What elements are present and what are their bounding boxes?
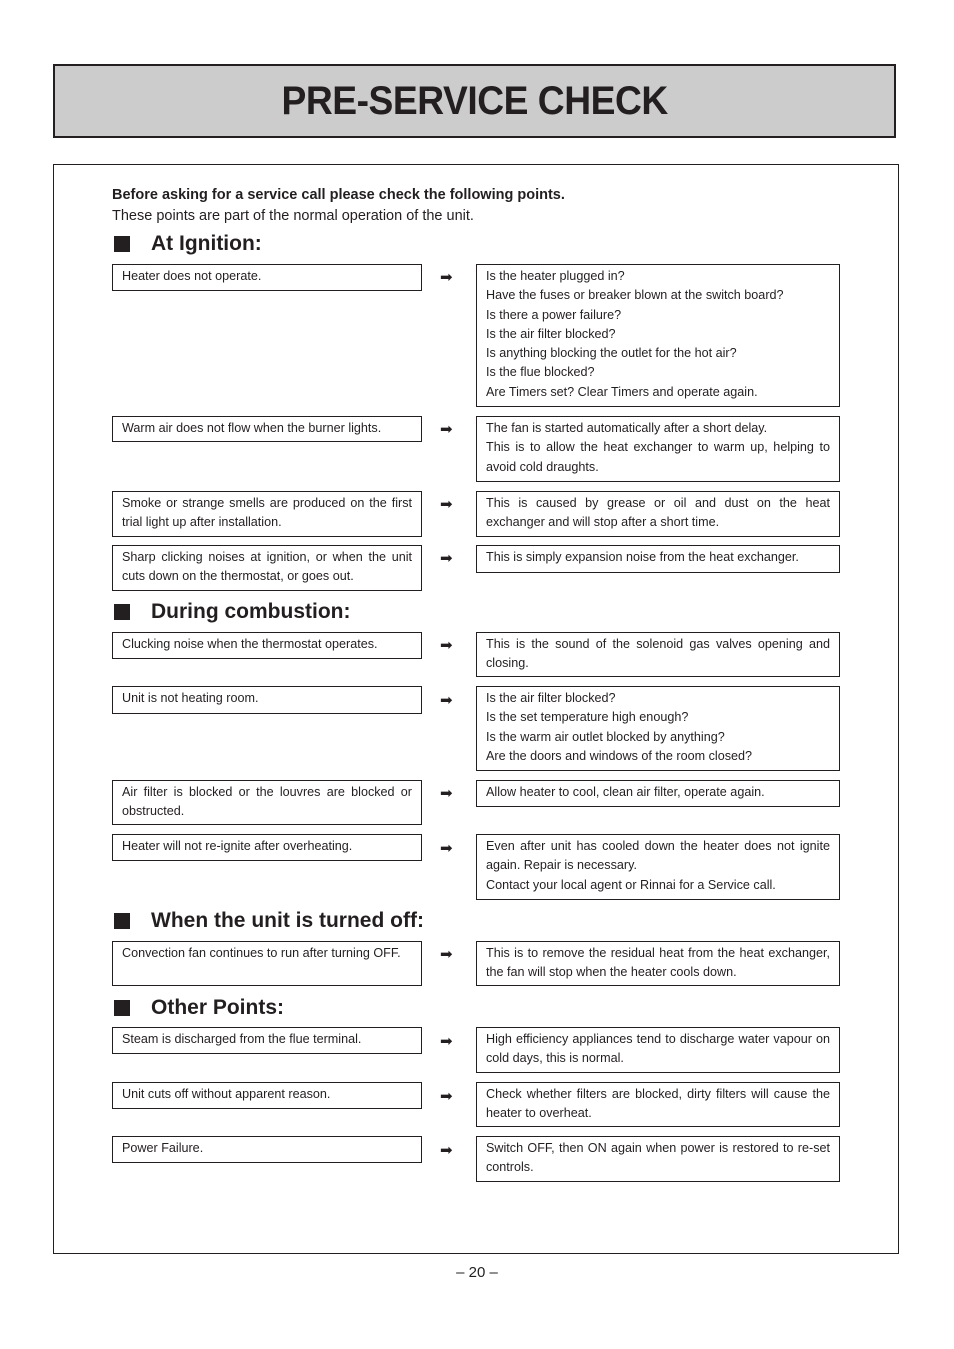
section-heading-when-turned-off: When the unit is turned off:	[114, 909, 424, 933]
page-number: – 20 –	[456, 1264, 498, 1281]
page-title: PRE-SERVICE CHECK	[281, 78, 668, 123]
problem-box: Heater will not re-ignite after overheat…	[112, 834, 422, 861]
problem-text: Warm air does not flow when the burner l…	[122, 421, 382, 435]
arrow-right-icon: ➡	[440, 550, 453, 567]
problem-text: Steam is discharged from the flue termin…	[122, 1032, 362, 1046]
answer-line: Is there a power failure?	[486, 307, 622, 322]
answer-line: This is simply expansion noise from the …	[486, 550, 799, 564]
answer-box: The fan is started automatically after a…	[476, 416, 840, 482]
problem-text: Air filter is blocked or the louvres are…	[122, 785, 412, 819]
intro-text: These points are part of the normal oper…	[112, 208, 474, 224]
answer-box: Even after unit has cooled down the heat…	[476, 834, 840, 900]
problem-text: Unit cuts off without apparent reason.	[122, 1087, 331, 1101]
arrow-right-icon: ➡	[440, 1142, 453, 1159]
answer-line: Have the fuses or breaker blown at the s…	[486, 288, 784, 303]
arrow-right-icon: ➡	[440, 946, 453, 963]
answer-box: This is to remove the residual heat from…	[476, 941, 840, 986]
arrow-right-icon: ➡	[440, 692, 453, 709]
answer-box: Is the air filter blocked? Is the set te…	[476, 686, 840, 771]
problem-text: Clucking noise when the thermostat opera…	[122, 637, 378, 651]
answer-box: High efficiency appliances tend to disch…	[476, 1027, 840, 1073]
answer-line: Switch OFF, then ON again when power is …	[486, 1141, 830, 1175]
problem-box: Smoke or strange smells are produced on …	[112, 491, 422, 537]
answer-line: Is anything blocking the outlet for the …	[486, 346, 737, 361]
answer-line: Even after unit has cooled down the heat…	[486, 839, 830, 873]
arrow-right-icon: ➡	[440, 421, 453, 438]
problem-box: Steam is discharged from the flue termin…	[112, 1027, 422, 1054]
answer-box: This is simply expansion noise from the …	[476, 545, 840, 573]
answer-line: Is the flue blocked?	[486, 365, 595, 380]
problem-box: Clucking noise when the thermostat opera…	[112, 632, 422, 659]
answer-line: Contact your local agent or Rinnai for a…	[486, 877, 776, 892]
answer-line: Is the air filter blocked?	[486, 691, 616, 705]
problem-box: Heater does not operate.	[112, 264, 422, 291]
answer-box: Switch OFF, then ON again when power is …	[476, 1136, 840, 1182]
problem-text: Power Failure.	[122, 1141, 204, 1155]
square-bullet-icon	[114, 604, 130, 620]
arrow-right-icon: ➡	[440, 1088, 453, 1105]
answer-line: High efficiency appliances tend to disch…	[486, 1032, 830, 1066]
answer-line: This is caused by grease or oil and dust…	[486, 496, 830, 530]
section-heading-text: Other Points:	[151, 996, 285, 1019]
problem-text: Heater will not re-ignite after overheat…	[122, 839, 353, 853]
problem-text: Sharp clicking noises at ignition, or wh…	[122, 550, 412, 584]
problem-box: Air filter is blocked or the louvres are…	[112, 780, 422, 825]
arrow-right-icon: ➡	[440, 269, 453, 286]
arrow-right-icon: ➡	[440, 1033, 453, 1050]
problem-box: Unit cuts off without apparent reason.	[112, 1082, 422, 1109]
section-heading-at-ignition: At Ignition:	[114, 232, 262, 256]
arrow-right-icon: ➡	[440, 637, 453, 654]
answer-line: Allow heater to cool, clean air filter, …	[486, 785, 765, 799]
problem-box: Unit is not heating room.	[112, 686, 422, 714]
arrow-right-icon: ➡	[440, 840, 453, 857]
arrow-right-icon: ➡	[440, 785, 453, 802]
arrow-right-icon: ➡	[440, 496, 453, 513]
square-bullet-icon	[114, 236, 130, 252]
section-heading-other-points: Other Points:	[114, 996, 284, 1020]
problem-box: Warm air does not flow when the burner l…	[112, 416, 422, 442]
answer-line: This is to allow the heat exchanger to w…	[486, 440, 830, 474]
answer-box: This is caused by grease or oil and dust…	[476, 491, 840, 537]
answer-line: Is the heater plugged in?	[486, 269, 625, 283]
problem-text: Heater does not operate.	[122, 269, 262, 283]
section-heading-during-combustion: During combustion:	[114, 600, 350, 624]
answer-line: This is the sound of the solenoid gas va…	[486, 637, 830, 671]
answer-line: Are the doors and windows of the room cl…	[486, 748, 753, 763]
answer-line: The fan is started automatically after a…	[486, 421, 768, 435]
section-heading-text: During combustion:	[151, 600, 351, 623]
problem-box: Power Failure.	[112, 1136, 422, 1163]
square-bullet-icon	[114, 913, 130, 929]
answer-line: Is the warm air outlet blocked by anythi…	[486, 729, 725, 744]
square-bullet-icon	[114, 1000, 130, 1016]
intro-bold-text: Before asking for a service call please …	[112, 187, 565, 203]
answer-line: Is the air filter blocked?	[486, 326, 616, 341]
answer-box: Is the heater plugged in? Have the fuses…	[476, 264, 840, 407]
title-banner: PRE-SERVICE CHECK	[53, 64, 896, 138]
answer-line: This is to remove the residual heat from…	[486, 946, 830, 980]
answer-line: Are Timers set? Clear Timers and operate…	[486, 384, 758, 399]
answer-line: Check whether filters are blocked, dirty…	[486, 1087, 830, 1121]
answer-box: Allow heater to cool, clean air filter, …	[476, 780, 840, 807]
answer-box: This is the sound of the solenoid gas va…	[476, 632, 840, 677]
section-heading-text: When the unit is turned off:	[151, 909, 424, 932]
section-heading-text: At Ignition:	[151, 232, 262, 255]
problem-text: Smoke or strange smells are produced on …	[122, 496, 412, 530]
problem-text: Convection fan continues to run after tu…	[122, 946, 401, 960]
answer-box: Check whether filters are blocked, dirty…	[476, 1082, 840, 1127]
problem-text: Unit is not heating room.	[122, 691, 259, 705]
problem-box: Sharp clicking noises at ignition, or wh…	[112, 545, 422, 591]
problem-box: Convection fan continues to run after tu…	[112, 941, 422, 986]
answer-line: Is the set temperature high enough?	[486, 710, 689, 725]
